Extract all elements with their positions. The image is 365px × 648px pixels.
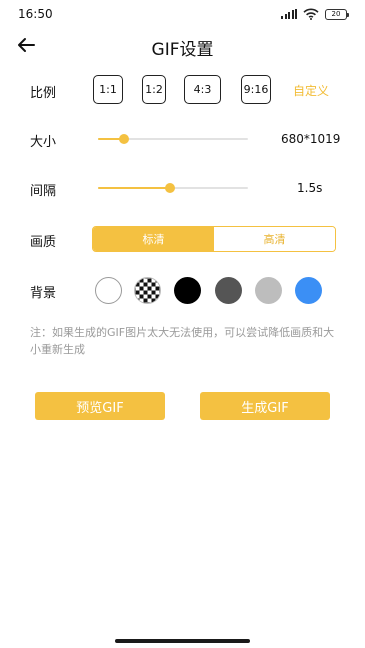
size-label: 大小 [30, 135, 57, 150]
bg-swatch-blue[interactable] [295, 277, 322, 304]
ratio-option-9-16[interactable]: 9:16 [241, 75, 271, 104]
status-icons: 20 [281, 8, 349, 20]
ratio-option-4-3[interactable]: 4:3 [184, 75, 221, 104]
slider-thumb[interactable] [165, 183, 175, 193]
generate-gif-button[interactable]: 生成GIF [200, 392, 330, 420]
size-value: 680*1019 [281, 132, 341, 146]
wifi-icon [303, 8, 319, 20]
bg-swatch-dark-gray[interactable] [215, 277, 242, 304]
signal-icon [281, 9, 297, 19]
bg-swatch-white[interactable] [95, 277, 122, 304]
battery-icon: 20 [325, 8, 349, 20]
status-bar: 16:50 20 [0, 0, 365, 28]
preview-gif-button[interactable]: 预览GIF [35, 392, 165, 420]
slider-fill [98, 187, 170, 189]
ratio-option-1-2[interactable]: 1:2 [142, 75, 166, 104]
quality-option-standard[interactable]: 标清 [93, 227, 214, 251]
page-title: GIF设置 [151, 40, 214, 60]
interval-slider[interactable] [98, 181, 248, 195]
ratio-option-1-1[interactable]: 1:1 [93, 75, 123, 104]
status-time: 16:50 [18, 7, 53, 21]
background-label: 背景 [30, 286, 57, 301]
ratio-label: 比例 [30, 86, 57, 101]
bg-swatch-light-gray[interactable] [255, 277, 282, 304]
interval-value: 1.5s [297, 181, 323, 195]
header: GIF设置 [0, 28, 365, 62]
quality-segmented-control: 标清 高清 [92, 226, 336, 252]
bg-swatch-transparent[interactable] [134, 277, 161, 304]
quality-option-high[interactable]: 高清 [214, 227, 335, 251]
size-slider[interactable] [98, 132, 248, 146]
slider-thumb[interactable] [118, 134, 129, 144]
interval-label: 间隔 [30, 184, 57, 199]
bg-swatch-black[interactable] [174, 277, 201, 304]
quality-label: 画质 [30, 235, 57, 250]
hint-note: 注：如果生成的GIF图片太大无法使用，可以尝试降低画质和大小重新生成 [30, 326, 335, 356]
home-indicator [115, 639, 250, 643]
custom-ratio-link[interactable]: 自定义 [293, 82, 329, 99]
